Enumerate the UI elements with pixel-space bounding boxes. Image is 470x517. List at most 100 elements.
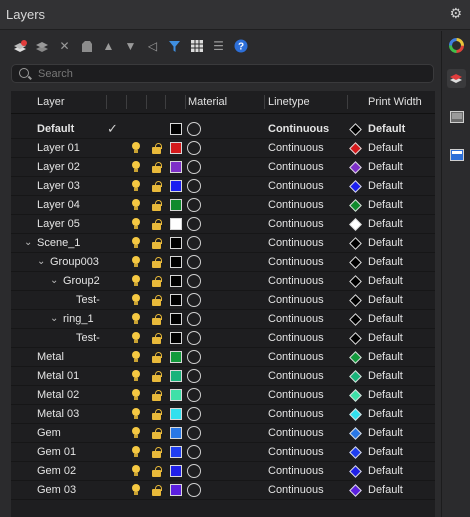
layer-row[interactable]: Gem Continuous Default [11, 424, 435, 443]
layer-row[interactable]: Gem 03 Continuous Default [11, 481, 435, 500]
search-input[interactable] [38, 66, 418, 81]
chevron-down-icon[interactable]: ⌄ [50, 313, 60, 324]
layer-row[interactable]: Layer 05 Continuous Default [11, 215, 435, 234]
current-layer-check-icon[interactable]: ✓ [107, 121, 118, 137]
lock-open-icon[interactable] [152, 333, 162, 344]
print-width-value[interactable]: Default [368, 484, 403, 496]
print-width-value[interactable]: Default [368, 351, 403, 363]
layer-row[interactable]: ⌄ Group003 Continuous Default [11, 253, 435, 272]
print-color-diamond-icon[interactable] [349, 484, 362, 497]
print-width-value[interactable]: Default [368, 465, 403, 477]
visibility-bulb-icon[interactable] [132, 218, 140, 230]
visibility-bulb-icon[interactable] [132, 408, 140, 420]
lock-open-icon[interactable] [152, 428, 162, 439]
gear-icon[interactable]: ⚙ [449, 5, 462, 22]
list-icon[interactable]: ☰ [210, 38, 227, 55]
delete-icon[interactable]: ✕ [56, 38, 73, 55]
linetype-value[interactable]: Continuous [268, 484, 324, 496]
lock-open-icon[interactable] [152, 257, 162, 268]
print-color-diamond-icon[interactable] [349, 294, 362, 307]
lock-open-icon[interactable] [152, 276, 162, 287]
new-sublayer-icon[interactable] [34, 38, 51, 55]
linetype-value[interactable]: Continuous [268, 294, 324, 306]
linetype-value[interactable]: Continuous [268, 161, 324, 173]
linetype-value[interactable]: Continuous [268, 332, 324, 344]
print-color-diamond-icon[interactable] [349, 275, 362, 288]
linetype-value[interactable]: Continuous [268, 389, 324, 401]
lock-open-icon[interactable] [152, 352, 162, 363]
material-icon[interactable] [187, 331, 201, 345]
layer-color-swatch[interactable] [170, 199, 182, 211]
layer-row[interactable]: Metal 01 Continuous Default [11, 367, 435, 386]
layer-row[interactable]: Test- Continuous Default [11, 291, 435, 310]
help-icon[interactable]: ? [232, 38, 249, 55]
linetype-value[interactable]: Continuous [268, 351, 324, 363]
material-icon[interactable] [187, 198, 201, 212]
layer-row[interactable]: Gem 01 Continuous Default [11, 443, 435, 462]
print-color-diamond-icon[interactable] [349, 465, 362, 478]
layer-color-swatch[interactable] [170, 446, 182, 458]
visibility-bulb-icon[interactable] [132, 237, 140, 249]
visibility-bulb-icon[interactable] [132, 484, 140, 496]
print-color-diamond-icon[interactable] [349, 218, 362, 231]
layer-color-swatch[interactable] [170, 294, 182, 306]
material-icon[interactable] [187, 426, 201, 440]
linetype-value[interactable]: Continuous [268, 237, 324, 249]
print-color-diamond-icon[interactable] [349, 256, 362, 269]
chevron-down-icon[interactable]: ⌄ [50, 275, 60, 286]
layer-color-swatch[interactable] [170, 484, 182, 496]
print-color-diamond-icon[interactable] [349, 237, 362, 250]
print-color-diamond-icon[interactable] [349, 351, 362, 364]
linetype-value[interactable]: Continuous [268, 199, 324, 211]
grid-icon[interactable] [188, 38, 205, 55]
print-color-diamond-icon[interactable] [349, 408, 362, 421]
print-width-value[interactable]: Default [368, 161, 403, 173]
print-width-value[interactable]: Default [368, 256, 403, 268]
lock-open-icon[interactable] [152, 371, 162, 382]
layer-row[interactable]: ⌄ ring_1 Continuous Default [11, 310, 435, 329]
linetype-value[interactable]: Continuous [268, 256, 324, 268]
layer-color-swatch[interactable] [170, 332, 182, 344]
print-color-diamond-icon[interactable] [349, 332, 362, 345]
lock-open-icon[interactable] [152, 238, 162, 249]
layer-color-swatch[interactable] [170, 408, 182, 420]
material-icon[interactable] [187, 255, 201, 269]
layer-row[interactable]: Gem 02 Continuous Default [11, 462, 435, 481]
layer-color-swatch[interactable] [170, 370, 182, 382]
material-icon[interactable] [187, 122, 201, 136]
chevron-down-icon[interactable]: ⌄ [37, 256, 47, 267]
layer-row[interactable]: Metal 02 Continuous Default [11, 386, 435, 405]
display-icon[interactable] [447, 107, 466, 126]
layer-color-swatch[interactable] [170, 427, 182, 439]
layer-row[interactable]: Test- Continuous Default [11, 329, 435, 348]
linetype-value[interactable]: Continuous [268, 142, 324, 154]
layer-row[interactable]: Default ✓ Continuous Default [11, 120, 435, 139]
material-icon[interactable] [187, 388, 201, 402]
linetype-value[interactable]: Continuous [268, 123, 329, 135]
layer-color-swatch[interactable] [170, 351, 182, 363]
purge-icon[interactable] [78, 38, 95, 55]
layer-color-swatch[interactable] [170, 237, 182, 249]
material-icon[interactable] [187, 464, 201, 478]
print-color-diamond-icon[interactable] [349, 161, 362, 174]
layer-color-swatch[interactable] [170, 180, 182, 192]
lock-open-icon[interactable] [152, 466, 162, 477]
visibility-bulb-icon[interactable] [132, 427, 140, 439]
layer-color-swatch[interactable] [170, 465, 182, 477]
monitor-icon[interactable] [447, 145, 466, 164]
linetype-value[interactable]: Continuous [268, 313, 324, 325]
lock-open-icon[interactable] [152, 143, 162, 154]
visibility-bulb-icon[interactable] [132, 370, 140, 382]
layer-color-swatch[interactable] [170, 275, 182, 287]
layer-row[interactable]: Metal 03 Continuous Default [11, 405, 435, 424]
layer-color-swatch[interactable] [170, 313, 182, 325]
move-up-icon[interactable]: ▲ [100, 38, 117, 55]
linetype-value[interactable]: Continuous [268, 465, 324, 477]
layer-row[interactable]: Layer 01 Continuous Default [11, 139, 435, 158]
print-width-value[interactable]: Default [368, 180, 403, 192]
move-down-icon[interactable]: ▼ [122, 38, 139, 55]
visibility-bulb-icon[interactable] [132, 142, 140, 154]
linetype-value[interactable]: Continuous [268, 427, 324, 439]
print-width-value[interactable]: Default [368, 142, 403, 154]
collapse-icon[interactable]: ◁ [144, 38, 161, 55]
